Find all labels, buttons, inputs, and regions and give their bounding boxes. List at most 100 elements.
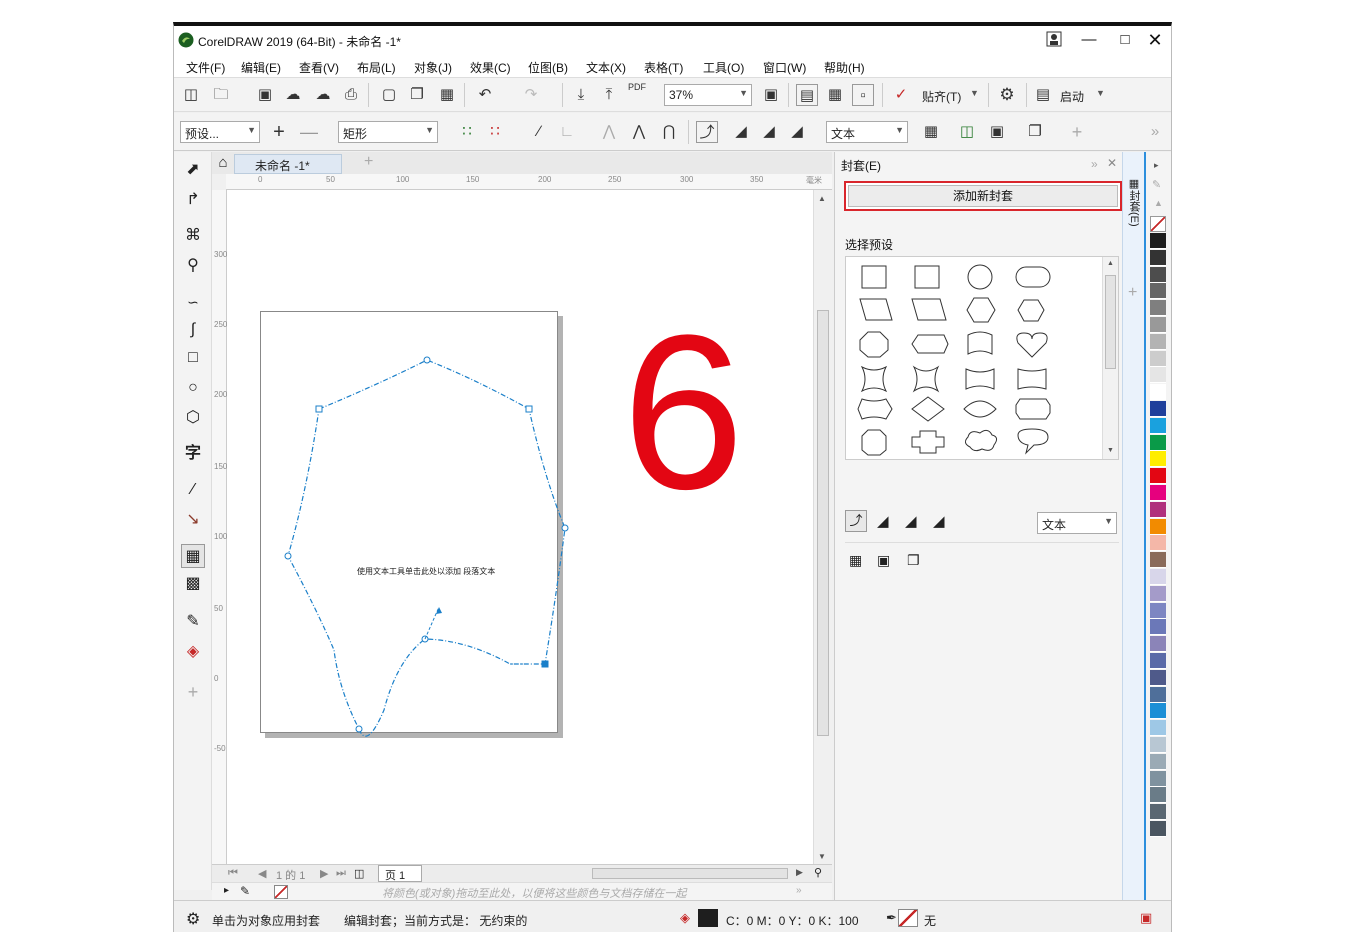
- palette-scroll-icon[interactable]: »: [796, 885, 802, 896]
- menu-layout[interactable]: 布局(L): [357, 59, 396, 76]
- straight-line-mode-icon[interactable]: ◢: [730, 121, 752, 143]
- menu-edit[interactable]: 编辑(E): [241, 59, 281, 76]
- color-swatch[interactable]: [1150, 317, 1166, 333]
- scroll-down-icon[interactable]: ▼: [1107, 447, 1114, 454]
- selection-mode-select[interactable]: 矩形 ▼: [338, 121, 438, 143]
- previous-page-icon[interactable]: ◀: [258, 867, 266, 880]
- add-tool-icon[interactable]: +: [181, 680, 205, 704]
- envelope-node[interactable]: [541, 660, 549, 668]
- preset-scrollbar[interactable]: ▲ ▼: [1102, 257, 1118, 459]
- paste-icon[interactable]: ▦: [436, 84, 458, 106]
- color-swatch[interactable]: [1150, 787, 1166, 804]
- color-swatch[interactable]: [1150, 535, 1166, 552]
- color-swatch[interactable]: [1150, 720, 1166, 737]
- color-swatch[interactable]: [1150, 451, 1166, 468]
- menu-file[interactable]: 文件(F): [186, 59, 225, 76]
- preset-octagon[interactable]: [859, 331, 889, 358]
- color-swatch[interactable]: [1150, 619, 1166, 636]
- add-docker-icon[interactable]: +: [1128, 284, 1137, 302]
- menu-object[interactable]: 对象(J): [414, 59, 452, 76]
- zoom-level-select[interactable]: 37% ▼: [664, 84, 752, 106]
- preset-tag[interactable]: [857, 398, 893, 420]
- menu-effects[interactable]: 效果(C): [470, 59, 511, 76]
- preset-wave[interactable]: [1017, 368, 1047, 390]
- menu-window[interactable]: 窗口(W): [763, 59, 806, 76]
- tab-document[interactable]: 未命名 -1*: [234, 154, 342, 174]
- minimize-icon[interactable]: —: [1078, 30, 1100, 50]
- maximize-icon[interactable]: □: [1114, 30, 1136, 50]
- color-swatch[interactable]: [1150, 485, 1166, 501]
- scroll-down-icon[interactable]: ▼: [818, 852, 826, 861]
- menu-text[interactable]: 文本(X): [586, 59, 626, 76]
- clear-envelope-icon[interactable]: ▣: [877, 552, 890, 569]
- docker-close-icon[interactable]: ✕: [1107, 156, 1117, 170]
- open-folder-icon[interactable]: 🗀: [210, 84, 232, 106]
- preset-circle[interactable]: [967, 264, 993, 290]
- preset-star-square[interactable]: [912, 365, 940, 393]
- preset-rectangle[interactable]: [914, 265, 940, 289]
- preset-shapes[interactable]: [846, 257, 1104, 461]
- launch-menu[interactable]: 启动: [1060, 88, 1084, 105]
- launch-icon[interactable]: ▤: [1032, 84, 1054, 106]
- freehand-tool-icon[interactable]: ∽: [181, 290, 205, 314]
- copy-envelope-icon[interactable]: ❐: [1024, 121, 1046, 143]
- text-tool-icon[interactable]: 字: [181, 442, 205, 466]
- export-icon[interactable]: ⤒: [598, 84, 620, 106]
- color-swatch[interactable]: [1150, 737, 1166, 753]
- pick-tool-icon[interactable]: ⬈: [181, 158, 205, 182]
- next-page-icon[interactable]: ▶: [320, 867, 328, 880]
- color-swatch[interactable]: [1150, 804, 1166, 821]
- first-page-icon[interactable]: ⏮: [228, 867, 238, 880]
- snap-to-menu[interactable]: 贴齐(T): [922, 88, 961, 105]
- color-swatch[interactable]: [1150, 753, 1166, 770]
- menu-table[interactable]: 表格(T): [644, 59, 683, 76]
- add-new-envelope-icon[interactable]: ◫: [956, 121, 978, 143]
- eyedropper-icon[interactable]: ✎: [240, 884, 250, 898]
- single-arc-mode-icon[interactable]: ◢: [905, 512, 917, 530]
- color-swatch[interactable]: [1150, 518, 1166, 535]
- preset-parallelogram[interactable]: [859, 298, 893, 321]
- color-swatch[interactable]: [1150, 669, 1166, 686]
- account-icon[interactable]: [1046, 31, 1062, 47]
- add-preset-icon[interactable]: +: [268, 121, 290, 143]
- palette-menu-icon[interactable]: ▸: [1154, 160, 1159, 171]
- color-swatch[interactable]: [1150, 636, 1166, 653]
- color-swatch[interactable]: [1150, 367, 1166, 384]
- transparency-tool-icon[interactable]: ▩: [181, 572, 205, 596]
- pdf-export-icon[interactable]: PDF: [626, 82, 648, 104]
- envelope-node[interactable]: [423, 356, 431, 364]
- preset-scroll-thumb[interactable]: [1105, 275, 1116, 369]
- scroll-thumb[interactable]: [817, 310, 829, 736]
- preset-speech-bubble[interactable]: [1017, 428, 1049, 455]
- color-swatch[interactable]: [1150, 333, 1166, 350]
- preset-heart[interactable]: [1016, 332, 1048, 358]
- horizontal-ruler[interactable]: 0 50 100 150 200 250 300 350 毫米: [226, 174, 832, 190]
- color-proof-icon[interactable]: ▣: [1140, 910, 1152, 926]
- home-icon[interactable]: ⌂: [214, 154, 232, 172]
- preset-wave-flag[interactable]: [967, 331, 993, 355]
- remove-preset-icon[interactable]: —: [298, 121, 320, 143]
- show-guidelines-icon[interactable]: ▫: [852, 84, 874, 106]
- keep-lines-icon[interactable]: ▦: [920, 121, 942, 143]
- add-new-envelope-button[interactable]: 添加新封套: [844, 181, 1122, 211]
- mapping-mode-select[interactable]: 文本 ▼: [826, 121, 908, 143]
- cloud-upload-icon[interactable]: ☁: [312, 84, 334, 106]
- double-arc-mode-icon[interactable]: ◢: [933, 512, 945, 530]
- smooth-node-icon[interactable]: ⋀: [628, 121, 650, 143]
- status-gear-icon[interactable]: ⚙: [186, 909, 200, 929]
- eyedropper-tool-icon[interactable]: ✎: [181, 610, 205, 634]
- chevron-down-icon[interactable]: ▼: [970, 88, 979, 98]
- preset-rounded-rectangle[interactable]: [1015, 266, 1051, 288]
- color-swatch[interactable]: [1150, 233, 1166, 249]
- color-swatch[interactable]: [1150, 653, 1166, 669]
- artistic-media-tool-icon[interactable]: ∫: [181, 318, 205, 342]
- drawing-canvas[interactable]: 使用文本工具单击此处以添加 段落文本 6: [227, 190, 813, 864]
- color-swatch[interactable]: [1150, 821, 1166, 837]
- palette-eyedropper-icon[interactable]: ✎: [1152, 178, 1161, 191]
- color-swatch[interactable]: [1150, 686, 1166, 703]
- color-swatch[interactable]: [1150, 468, 1166, 485]
- horizontal-scroll-thumb[interactable]: [592, 868, 788, 879]
- control-handle[interactable]: [424, 606, 440, 640]
- print-icon[interactable]: ⎙: [340, 84, 362, 106]
- preset-gallery[interactable]: ▲ ▼: [845, 256, 1119, 460]
